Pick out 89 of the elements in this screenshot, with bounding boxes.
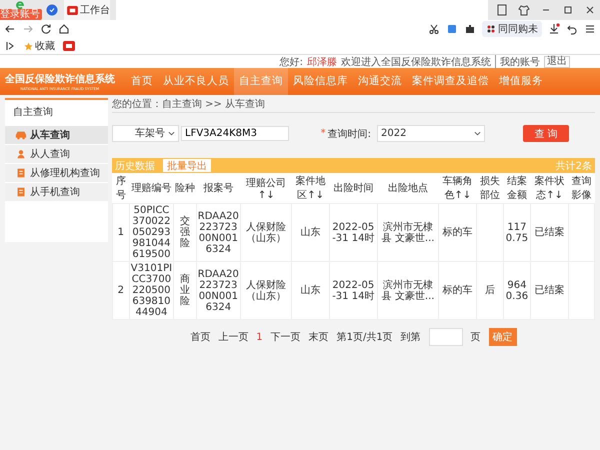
- shirt-icon[interactable]: [518, 4, 530, 16]
- column-header: 险种: [174, 173, 196, 204]
- bookmarks-button[interactable]: 收藏: [24, 39, 55, 53]
- prev-page-link[interactable]: 上一页: [218, 330, 248, 344]
- table-cell: 标的车: [442, 227, 473, 238]
- tab-icon: [67, 6, 78, 14]
- type-select[interactable]: 车架号: [112, 125, 179, 142]
- table-cell: 2: [118, 285, 124, 296]
- caret-icon: [168, 131, 175, 136]
- column-header: 结案金额: [503, 173, 531, 204]
- table-cell: RDAA20223723 00N0016324: [198, 268, 239, 312]
- table-cell: V3101PICC370022050063981044904: [130, 263, 172, 318]
- close-icon[interactable]: [584, 4, 596, 16]
- download-icon[interactable]: [548, 23, 560, 35]
- reload-icon[interactable]: [40, 23, 52, 35]
- table-title: 历史数据: [115, 160, 155, 172]
- table-cell: 1: [118, 227, 124, 238]
- caret-icon: [474, 131, 481, 136]
- document-icon: [15, 187, 27, 197]
- vin-field[interactable]: LFV3A24K8M3: [181, 126, 289, 141]
- table-cell: 人保财险（山东）: [246, 222, 286, 244]
- table-cell: 滨州市无棣县 文豪世...: [382, 222, 434, 244]
- column-header: 报案号: [196, 173, 241, 204]
- table-cell: 山东: [300, 227, 321, 238]
- current-page: 1: [256, 332, 263, 342]
- last-page-link[interactable]: 末页: [308, 330, 329, 344]
- person-icon: [15, 149, 27, 159]
- undo-icon[interactable]: [566, 23, 578, 35]
- sidebar-item[interactable]: 从人查询: [5, 145, 108, 164]
- time-label: 查询时间:: [328, 128, 371, 140]
- table-cell: 人保财险（山东）: [246, 280, 286, 302]
- table-cell: 后: [484, 285, 495, 296]
- back-icon[interactable]: [4, 23, 16, 35]
- sidebar-item[interactable]: 从车查询: [5, 126, 108, 145]
- browser-tab[interactable]: 工作台: [64, 0, 110, 20]
- column-header: 理赔编号: [129, 173, 174, 204]
- table-cell: 已结案: [534, 285, 564, 296]
- home-icon[interactable]: [58, 23, 70, 35]
- column-header: 查询影像: [568, 173, 594, 204]
- table-cell: 滨州市无棣县 文豪世...: [382, 280, 434, 302]
- welcome-text: 欢迎进入全国反保险欺诈信息系统: [341, 56, 491, 68]
- next-page-link[interactable]: 下一页: [270, 330, 301, 344]
- column-header: 出险时间: [329, 173, 378, 204]
- maximize-icon[interactable]: [562, 4, 574, 16]
- table-cell: 山东: [300, 285, 321, 296]
- table-cell: 9640.36: [506, 280, 528, 302]
- logo-title: 全国反保险欺诈信息系统: [5, 72, 115, 86]
- table-cell: 交强险: [180, 216, 190, 249]
- table-cell: 2022-05-31 14时: [332, 222, 374, 244]
- breadcrumb: 您的位置：自主查询 >> 从车查询: [112, 98, 595, 113]
- user-name: 邱泽滕: [307, 56, 337, 68]
- menu-icon[interactable]: [584, 23, 596, 35]
- table-cell: 1170.75: [506, 222, 528, 244]
- sidebar-toggle-icon[interactable]: [4, 40, 16, 52]
- table-cell: 50PICC370022050293981044619500: [132, 205, 171, 260]
- column-header: 出险地点: [377, 173, 439, 204]
- sidebar-item[interactable]: 从修理机构查询: [5, 164, 108, 183]
- dots-icon: [486, 24, 496, 34]
- bookmark-icon[interactable]: [63, 40, 75, 52]
- column-header: 损失部位: [476, 173, 504, 204]
- sidebar-item[interactable]: 从手机查询: [5, 183, 108, 202]
- column-header: 序号: [112, 173, 130, 204]
- table-cell: 标的车: [442, 285, 473, 296]
- sidebar-icon[interactable]: [496, 4, 508, 16]
- table-cell: 已结案: [534, 227, 564, 238]
- scissors-icon[interactable]: [428, 23, 440, 35]
- column-header: 案件状态↑↓: [530, 173, 568, 204]
- page-info: 第1页/共1页: [336, 330, 393, 344]
- search-button[interactable]: 查 询: [523, 125, 569, 142]
- sidebar-title: 自主查询: [12, 106, 54, 120]
- year-select[interactable]: 2022: [377, 125, 485, 142]
- table-cell: RDAA20223723 00N0016324: [198, 210, 239, 254]
- total-count: 共计2条: [556, 160, 592, 172]
- first-page-link[interactable]: 首页: [190, 330, 210, 344]
- goto-label: 到第: [400, 331, 421, 344]
- required-mark: *: [320, 128, 326, 139]
- column-header: 车辆角色↑↓: [438, 173, 477, 204]
- car-icon: [15, 130, 27, 140]
- greeting-text: 您好:: [280, 56, 303, 68]
- column-header: 理赔公司↑↓: [240, 173, 292, 204]
- table-cell: 2022-05-31 14时: [332, 280, 374, 302]
- table-cell: 商业险: [180, 274, 190, 307]
- extension-button[interactable]: 同同购未: [482, 21, 542, 37]
- star-icon: [24, 42, 33, 50]
- page-unit: 页: [470, 331, 481, 344]
- page-field[interactable]: [428, 328, 463, 346]
- column-header: 案件地区↑↓: [292, 173, 330, 204]
- document-icon: [15, 168, 27, 178]
- shield-icon[interactable]: [46, 4, 58, 16]
